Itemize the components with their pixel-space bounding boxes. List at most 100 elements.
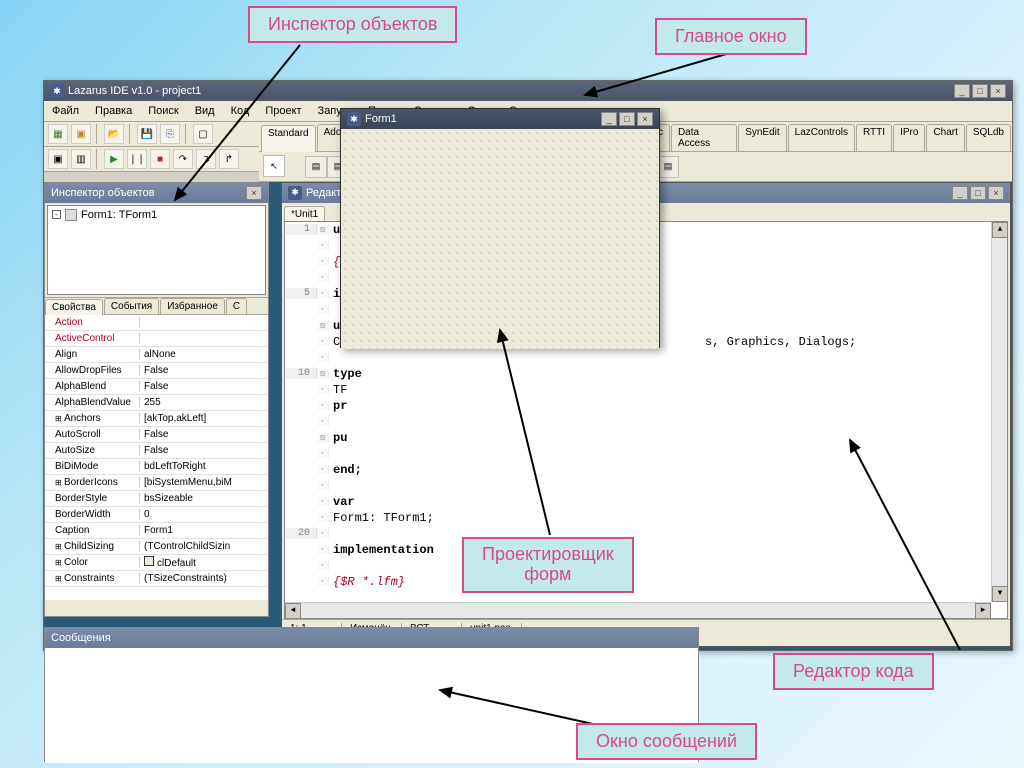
component-tab-sqldb[interactable]: SQLdb <box>966 124 1011 151</box>
prop-value[interactable]: bdLeftToRight <box>140 461 268 472</box>
fold-marker[interactable]: · <box>317 497 329 506</box>
fold-marker[interactable]: · <box>317 561 329 570</box>
prop-row-BorderIcons[interactable]: BorderIcons[biSystemMenu,biM <box>45 475 268 491</box>
step-into-button[interactable]: ↴ <box>196 149 216 169</box>
code-line[interactable]: · TF <box>285 382 1007 398</box>
pause-button[interactable]: ❙❙ <box>127 149 147 169</box>
component-tab-synedit[interactable]: SynEdit <box>738 124 786 151</box>
code-line[interactable]: ·var <box>285 494 1007 510</box>
prop-value[interactable]: (TSizeConstraints) <box>140 573 268 584</box>
step-out-button[interactable]: ↱ <box>219 149 239 169</box>
prop-row-AutoScroll[interactable]: AutoScrollFalse <box>45 427 268 443</box>
fold-marker[interactable]: · <box>317 481 329 490</box>
step-over-button[interactable]: ↷ <box>173 149 193 169</box>
fold-marker[interactable]: · <box>317 353 329 362</box>
fold-marker[interactable]: · <box>317 513 329 522</box>
save-all-button[interactable]: ⎘ <box>160 124 180 144</box>
code-line[interactable]: · <box>285 350 1007 366</box>
editor-tab-unit1[interactable]: *Unit1 <box>284 206 325 222</box>
code-line[interactable]: ⊟ pu <box>285 430 1007 446</box>
code-text[interactable]: {$R *.lfm} <box>329 575 405 589</box>
code-text[interactable]: pr <box>329 399 347 413</box>
open-button[interactable]: 📂 <box>104 124 124 144</box>
menu-Вид[interactable]: Вид <box>191 103 219 119</box>
prop-row-Action[interactable]: Action <box>45 315 268 331</box>
inspector-tab-2[interactable]: Избранное <box>160 298 225 314</box>
fold-marker[interactable]: ⊟ <box>317 321 329 331</box>
prop-value[interactable]: bsSizeable <box>140 493 268 504</box>
prop-row-Align[interactable]: AlignalNone <box>45 347 268 363</box>
inspector-tree[interactable]: - Form1: TForm1 <box>47 205 266 295</box>
code-text[interactable]: TF <box>329 383 347 397</box>
fold-marker[interactable]: · <box>317 401 329 410</box>
component-tab-chart[interactable]: Chart <box>926 124 964 151</box>
new-unit-button[interactable]: ▦ <box>48 124 68 144</box>
code-line[interactable]: · <box>285 414 1007 430</box>
prop-value[interactable]: (TControlChildSizin <box>140 541 268 552</box>
menu-Код[interactable]: Код <box>227 103 254 119</box>
fold-marker[interactable]: · <box>317 257 329 266</box>
form-maximize-button[interactable]: □ <box>619 112 635 126</box>
form-minimize-button[interactable]: _ <box>601 112 617 126</box>
units-button[interactable]: ▥ <box>71 149 91 169</box>
scroll-left-button[interactable]: ◄ <box>285 603 301 619</box>
minimize-button[interactable]: _ <box>954 84 970 98</box>
prop-row-BiDiMode[interactable]: BiDiModebdLeftToRight <box>45 459 268 475</box>
prop-row-BorderWidth[interactable]: BorderWidth0 <box>45 507 268 523</box>
code-text[interactable]: end; <box>329 463 362 477</box>
prop-value[interactable]: Form1 <box>140 525 268 536</box>
component-tab-lazcontrols[interactable]: LazControls <box>788 124 855 151</box>
fold-marker[interactable]: · <box>317 337 329 346</box>
prop-row-BorderStyle[interactable]: BorderStylebsSizeable <box>45 491 268 507</box>
menu-Поиск[interactable]: Поиск <box>144 103 182 119</box>
prop-value[interactable]: [biSystemMenu,biM <box>140 477 268 488</box>
fold-marker[interactable]: · <box>317 577 329 586</box>
code-text[interactable]: var <box>329 495 355 509</box>
form-close-button[interactable]: × <box>637 112 653 126</box>
fold-marker[interactable]: · <box>317 545 329 554</box>
form-canvas[interactable] <box>341 129 659 349</box>
component-tab-rtti[interactable]: RTTI <box>856 124 892 151</box>
fold-marker[interactable]: ⊟ <box>317 369 329 379</box>
code-line[interactable]: 10⊟type <box>285 366 1007 382</box>
code-text[interactable]: pu <box>329 431 347 445</box>
prop-value[interactable]: alNone <box>140 349 268 360</box>
fold-marker[interactable]: · <box>317 289 329 298</box>
prop-value[interactable]: 0 <box>140 509 268 520</box>
prop-row-AllowDropFiles[interactable]: AllowDropFilesFalse <box>45 363 268 379</box>
prop-row-AutoSize[interactable]: AutoSizeFalse <box>45 443 268 459</box>
component-tab-ipro[interactable]: IPro <box>893 124 925 151</box>
prop-value[interactable]: False <box>140 381 268 392</box>
prop-value[interactable]: False <box>140 445 268 456</box>
prop-row-Caption[interactable]: CaptionForm1 <box>45 523 268 539</box>
inspector-tab-0[interactable]: Свойства <box>45 299 103 315</box>
code-line[interactable]: · <box>285 478 1007 494</box>
inspector-close-button[interactable]: × <box>246 186 262 200</box>
fold-marker[interactable]: · <box>317 273 329 282</box>
scroll-right-button[interactable]: ► <box>975 603 991 619</box>
code-line[interactable]: 20· <box>285 526 1007 542</box>
inspector-tab-3[interactable]: С <box>226 298 247 314</box>
fold-marker[interactable]: · <box>317 529 329 538</box>
toggle-form-button[interactable]: ▣ <box>48 149 68 169</box>
code-text[interactable]: implementation <box>329 543 434 557</box>
code-line[interactable]: · <box>285 558 1007 574</box>
save-button[interactable]: 💾 <box>137 124 157 144</box>
form-designer[interactable]: ✱ Form1 _ □ × <box>340 108 660 348</box>
stop-button[interactable]: ■ <box>150 149 170 169</box>
code-line[interactable]: · end; <box>285 462 1007 478</box>
prop-row-AlphaBlend[interactable]: AlphaBlendFalse <box>45 379 268 395</box>
editor-hscrollbar[interactable]: ◄ ► <box>285 602 991 618</box>
code-line[interactable]: ·{$R *.lfm} <box>285 574 1007 590</box>
component-tab-data-access[interactable]: Data Access <box>671 124 737 151</box>
editor-minimize-button[interactable]: _ <box>952 186 968 200</box>
menu-Файл[interactable]: Файл <box>48 103 83 119</box>
palette-component-16[interactable]: ▤ <box>657 156 679 178</box>
prop-value[interactable]: False <box>140 365 268 376</box>
component-tab-standard[interactable]: Standard <box>261 125 316 152</box>
fold-marker[interactable]: · <box>317 305 329 314</box>
new-form-button[interactable]: ▣ <box>71 124 91 144</box>
inspector-tab-1[interactable]: События <box>104 298 159 314</box>
fold-marker[interactable]: · <box>317 465 329 474</box>
code-text[interactable]: type <box>329 367 362 381</box>
